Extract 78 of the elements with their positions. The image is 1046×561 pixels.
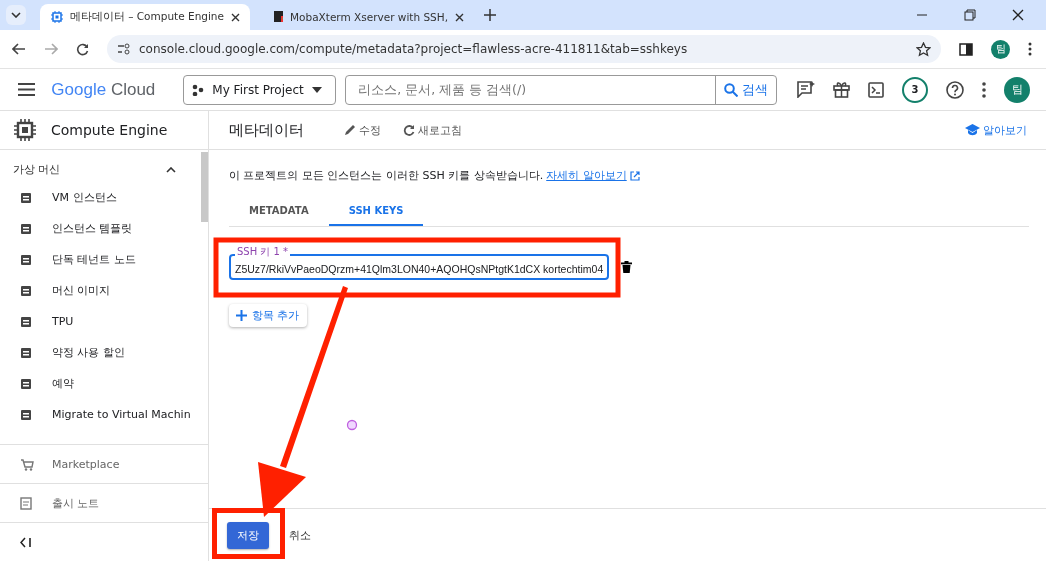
back-icon[interactable] [12, 43, 26, 55]
sidebar-item[interactable]: 머신 이미지 [0, 275, 198, 306]
dropdown-arrow-icon [311, 86, 322, 93]
page-title: 메타데이터 [229, 120, 304, 140]
tab-list-button[interactable] [6, 5, 26, 25]
browser-tab[interactable]: MobaXterm Xserver with SSH, [264, 4, 474, 30]
graduation-cap-icon [965, 124, 980, 136]
server-icon [20, 408, 32, 421]
search-icon [724, 82, 738, 97]
project-picker[interactable]: My First Project [183, 74, 337, 105]
tab[interactable]: SSH KEYS [328, 197, 424, 226]
chevron-down-icon [11, 12, 21, 18]
server-icon [20, 346, 32, 359]
refresh-icon [403, 124, 415, 136]
close-tab-icon[interactable] [455, 12, 464, 22]
terminal-icon[interactable] [868, 81, 884, 98]
reload-icon[interactable] [76, 42, 89, 56]
product-title: Compute Engine [51, 122, 168, 138]
server-icon [20, 253, 32, 266]
close-tab-icon[interactable] [231, 12, 240, 22]
cart-icon [20, 457, 34, 471]
close-icon[interactable] [1012, 9, 1024, 21]
project-icon [192, 83, 205, 96]
learn-more-link[interactable]: 자세히 알아보기 [546, 168, 627, 183]
restore-icon[interactable] [964, 9, 976, 21]
side-panel-icon[interactable] [959, 42, 973, 56]
terminal-app-icon [274, 10, 283, 24]
server-icon [20, 284, 32, 297]
sidebar-item[interactable]: 인스턴스 템플릿 [0, 213, 198, 244]
sidebar-item[interactable]: TPU [0, 306, 198, 337]
search-field[interactable]: 리소스, 문서, 제품 등 검색(/) 검색 [345, 74, 777, 105]
menu-icon[interactable] [18, 83, 36, 96]
chip-icon [13, 118, 37, 142]
action-button[interactable]: 새로고침 [403, 122, 462, 138]
notes-icon [20, 496, 34, 510]
external-link-icon [629, 170, 640, 181]
sidebar-link[interactable]: 출시 노트 [0, 483, 208, 522]
scrollbar[interactable] [201, 152, 208, 222]
help-icon[interactable] [946, 80, 964, 99]
save-button[interactable]: 저장 [227, 521, 269, 549]
cursor-icon [346, 419, 358, 431]
trash-icon[interactable] [621, 261, 632, 273]
sidebar-item[interactable]: 예약 [0, 368, 198, 399]
site-settings-icon [117, 43, 131, 55]
server-icon [20, 222, 32, 235]
chip-icon [50, 10, 63, 24]
sidebar-item[interactable]: 단독 테넌트 노드 [0, 244, 198, 275]
more-icon[interactable] [982, 81, 986, 98]
address-bar[interactable]: console.cloud.google.com/compute/metadata?project=flawless-acre-411811&tab=sshkeys [107, 35, 941, 63]
sidebar-item[interactable]: VM 인스턴스 [0, 182, 198, 213]
server-icon [20, 315, 32, 328]
learn-button[interactable]: 알아보기 [965, 122, 1027, 138]
section-header[interactable]: 가상 머신 [0, 150, 198, 182]
plus-icon [236, 310, 247, 321]
cancel-button[interactable]: 취소 [283, 526, 317, 544]
sidebar-item[interactable]: Migrate to Virtual Machin [0, 399, 198, 430]
account-avatar[interactable]: 팀 [1004, 76, 1030, 103]
add-item-button[interactable]: 항목 추가 [229, 304, 307, 327]
browser-tab[interactable]: 메타데이터 – Compute Engine [40, 4, 250, 30]
server-icon [20, 377, 32, 390]
tab[interactable]: METADATA [229, 197, 329, 226]
gift-icon[interactable] [833, 81, 850, 98]
new-tab-icon[interactable] [484, 9, 496, 21]
description-text: 이 프로젝트의 모든 인스턴스는 이러한 SSH 키를 상속받습니다. [229, 168, 544, 183]
star-icon[interactable] [916, 41, 931, 57]
sidebar-item[interactable]: 약정 사용 할인 [0, 337, 198, 368]
server-icon [20, 191, 32, 204]
collapse-sidebar-icon[interactable] [20, 536, 32, 548]
sidebar-link[interactable]: Marketplace [0, 444, 208, 483]
google-cloud-logo[interactable]: Google Cloud [51, 79, 156, 100]
url-text: console.cloud.google.com/compute/metadata?project=flawless-acre-411811&tab=sshkeys [139, 42, 688, 56]
notification-count[interactable]: 3 [902, 76, 928, 103]
feedback-icon[interactable] [797, 81, 815, 98]
action-button[interactable]: 수정 [344, 122, 381, 138]
pencil-icon [344, 124, 356, 136]
search-button[interactable]: 검색 [715, 75, 776, 104]
profile-avatar[interactable]: 팀 [991, 39, 1010, 59]
more-icon[interactable] [1028, 42, 1032, 56]
